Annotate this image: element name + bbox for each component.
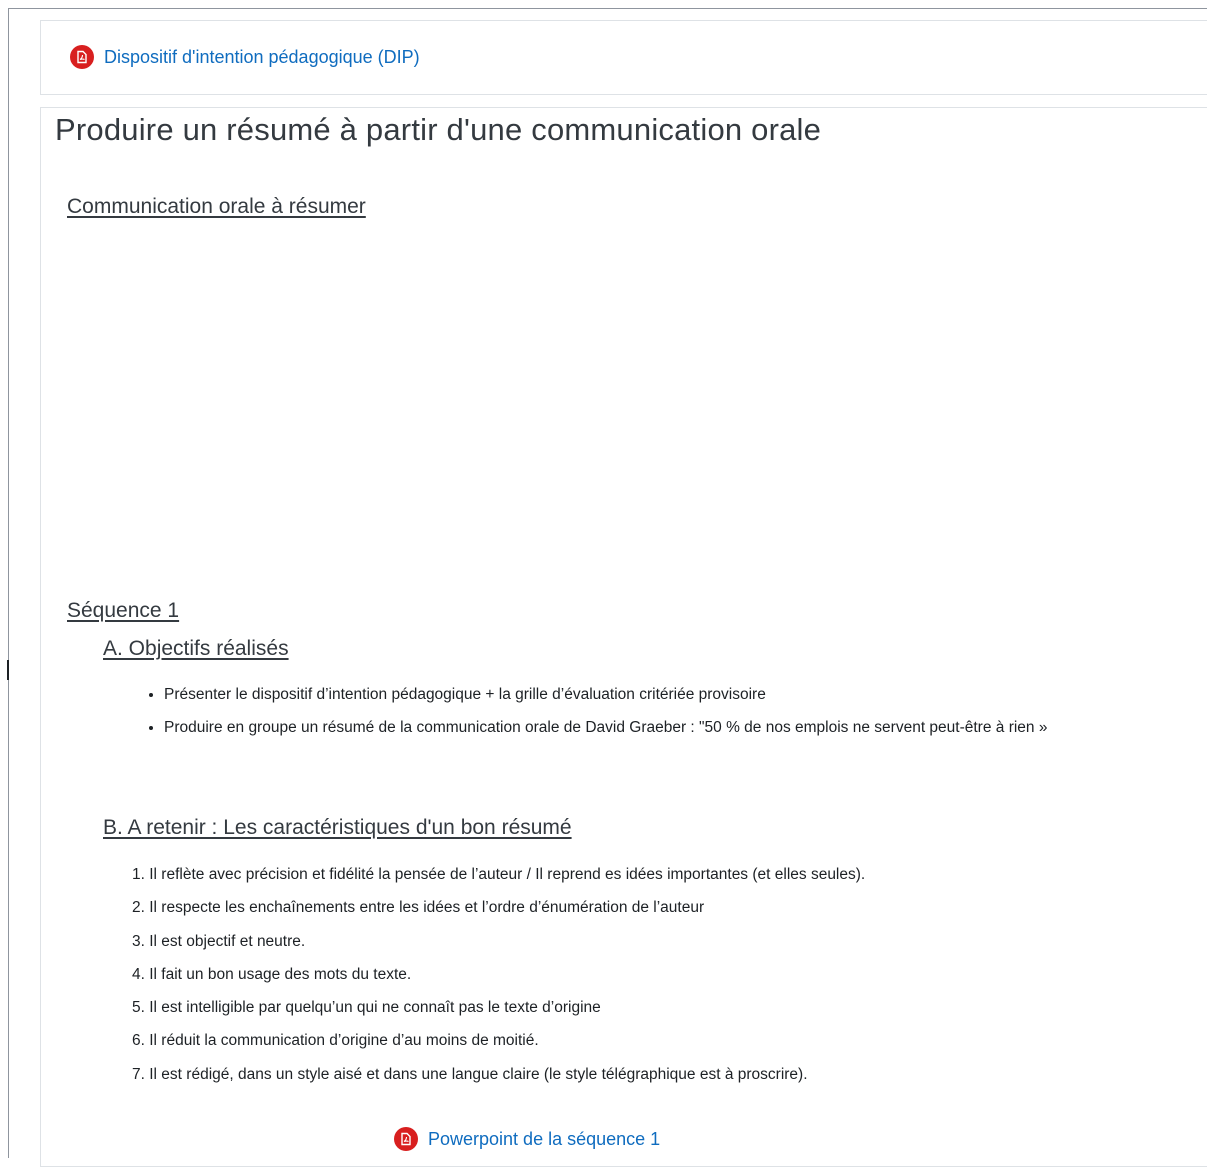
pdf-icon bbox=[394, 1127, 418, 1151]
objectives-list: Présenter le dispositif d’intention péda… bbox=[146, 678, 1047, 744]
list-item: Produire en groupe un résumé de la commu… bbox=[164, 711, 1047, 744]
list-item: 2. Il respecte les enchaînements entre l… bbox=[132, 899, 705, 917]
list-item: 4. Il fait un bon usage des mots du text… bbox=[132, 965, 412, 983]
characteristics-list: 1. Il reflète avec précision et fidélité… bbox=[132, 858, 865, 1091]
objectives-heading: A. Objectifs réalisés bbox=[103, 637, 289, 660]
dip-pdf-link[interactable]: Dispositif d'intention pédagogique (DIP) bbox=[70, 45, 420, 69]
page-title: Produire un résumé à partir d'une commun… bbox=[55, 112, 822, 147]
list-item: Présenter le dispositif d’intention péda… bbox=[164, 678, 1047, 711]
list-item: 3. Il est objectif et neutre. bbox=[132, 932, 306, 950]
retain-heading: B. A retenir : Les caractéristiques d'un… bbox=[103, 816, 572, 839]
text-cursor bbox=[7, 660, 9, 680]
powerpoint-link-label: Powerpoint de la séquence 1 bbox=[428, 1128, 661, 1149]
dip-link-label: Dispositif d'intention pédagogique (DIP) bbox=[104, 46, 420, 67]
list-item: 7. Il est rédigé, dans un style aisé et … bbox=[132, 1065, 808, 1083]
pdf-icon bbox=[70, 45, 94, 69]
window-border-left bbox=[8, 8, 9, 1158]
list-item: 6. Il réduit la communication d’origine … bbox=[132, 1032, 539, 1050]
list-item: 1. Il reflète avec précision et fidélité… bbox=[132, 866, 866, 883]
sequence-heading: Séquence 1 bbox=[67, 599, 180, 622]
list-item: 5. Il est intelligible par quelqu’un qui… bbox=[132, 999, 601, 1017]
powerpoint-pdf-link[interactable]: Powerpoint de la séquence 1 bbox=[394, 1127, 660, 1151]
communication-heading: Communication orale à résumer bbox=[67, 195, 366, 218]
window-border-top bbox=[8, 8, 1207, 9]
